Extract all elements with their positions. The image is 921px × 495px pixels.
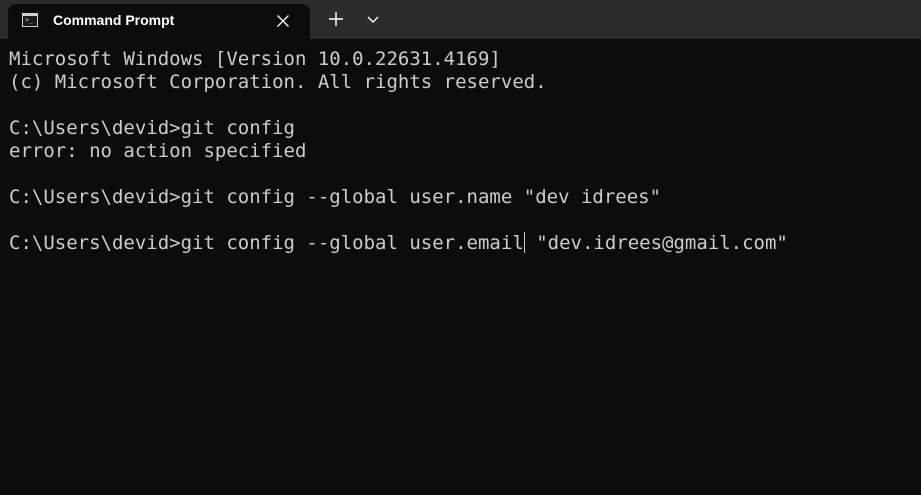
terminal-output[interactable]: Microsoft Windows [Version 10.0.22631.41…: [0, 39, 921, 495]
command-prompt-icon: >_: [22, 13, 38, 27]
terminal-line: error: no action specified: [9, 140, 307, 162]
input-before-caret: C:\Users\devid>git config --global user.…: [9, 232, 524, 254]
input-after-caret: "dev.idrees@gmail.com": [524, 232, 788, 254]
tab-bar: >_ Command Prompt: [0, 0, 921, 39]
close-icon[interactable]: [272, 10, 294, 32]
tab-command-prompt[interactable]: >_ Command Prompt: [8, 4, 310, 39]
terminal-input-line[interactable]: C:\Users\devid>git config --global user.…: [9, 232, 788, 255]
new-tab-plus-icon[interactable]: [323, 6, 349, 32]
chevron-down-icon[interactable]: [361, 6, 385, 32]
tab-title: Command Prompt: [53, 12, 175, 28]
terminal-line: (c) Microsoft Corporation. All rights re…: [9, 71, 547, 93]
terminal-line: Microsoft Windows [Version 10.0.22631.41…: [9, 48, 501, 70]
terminal-line: C:\Users\devid>git config: [9, 117, 295, 139]
terminal-line: C:\Users\devid>git config --global user.…: [9, 186, 662, 208]
